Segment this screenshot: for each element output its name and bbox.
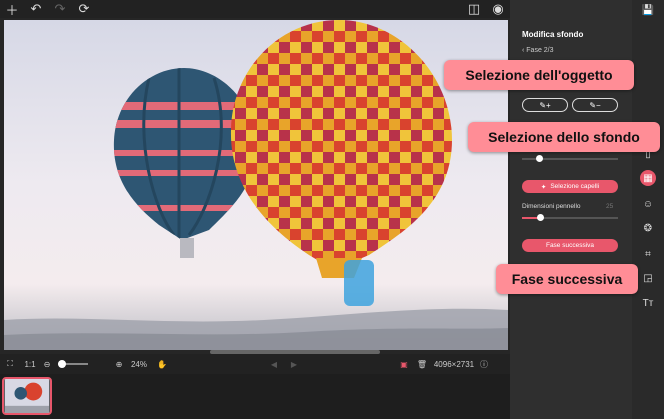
bottom-bar: ⛶ 1:1 ⊖ ⊕ 24% ✋ ◀ ▶ ▣ 🗑 4096×2731 ⓘ [0,354,510,374]
compare-icon[interactable]: ◫ [462,0,486,18]
info-icon[interactable]: ⓘ [476,354,492,374]
step-back-button[interactable]: ‹ Fase 2/3 [522,47,554,54]
brush-size-value: 25 [606,203,614,210]
ratio-button[interactable]: 1:1 [20,354,40,374]
brush-size-slider-knob[interactable] [537,214,544,221]
callout-next-step: Fase successiva [496,264,638,294]
top-toolbar: ＋ ↶ ↷ ⟳ ◫ ◉ [0,0,510,18]
zoom-out-icon[interactable]: ⊖ [40,354,54,374]
thumbnail-1[interactable] [2,377,52,415]
image-dimensions: 4096×2731 [433,359,475,369]
fit-screen-icon[interactable]: ⛶ [0,354,20,374]
plus-icon[interactable]: ＋ [0,0,24,18]
image-icon[interactable]: ▣ [396,354,412,374]
text-icon[interactable]: Tт [640,295,656,311]
prev-icon[interactable]: ◀ [264,354,284,374]
undo-icon[interactable]: ↶ [24,0,48,18]
frame-icon[interactable]: ◲ [640,270,656,286]
background-brush-button[interactable]: ✎− [572,98,618,112]
color-icon[interactable]: ❂ [640,220,656,236]
background-tool-icon[interactable]: ▦ [640,170,656,186]
callout-background-selection: Selezione dello sfondo [468,122,660,152]
step-label: Fase 2/3 [526,47,554,54]
canvas-area[interactable] [0,18,510,354]
zoom-slider[interactable] [58,360,88,368]
hair-selection-button[interactable]: ✦ Selezione capelli [522,180,618,193]
zoom-level: 24% [130,359,147,369]
photo-hot-air-balloons[interactable] [4,20,508,350]
eye-icon[interactable]: ◉ [486,0,510,18]
brush-minus-icon: ✎− [589,100,601,110]
brush-size-label: Dimensioni pennello [522,203,581,210]
zoom-in-icon[interactable]: ⊕ [112,354,126,374]
brush-plus-icon: ✎+ [539,100,551,110]
object-brush-button[interactable]: ✎+ [522,98,568,112]
save-icon[interactable]: 💾 [640,2,656,18]
opacity-slider-knob[interactable] [536,155,543,162]
tools-rail: 💾 ▯ ▦ ☺ ❂ ⌗ ◲ Tт [632,0,664,419]
hair-icon: ✦ [540,183,547,191]
refresh-icon[interactable]: ⟳ [72,0,96,18]
hand-icon[interactable]: ✋ [152,354,172,374]
hair-selection-label: Selezione capelli [550,183,600,190]
next-step-button[interactable]: Fase successiva [522,239,618,252]
next-icon[interactable]: ▶ [284,354,304,374]
callout-object-selection: Selezione dell'oggetto [444,60,634,90]
zoom-slider-knob[interactable] [58,360,66,368]
crop-icon[interactable]: ⌗ [640,246,656,262]
panel-title: Modifica sfondo [522,30,584,39]
redo-icon[interactable]: ↷ [48,0,72,18]
trash-icon[interactable]: 🗑 [412,354,432,374]
face-icon[interactable]: ☺ [640,196,656,212]
filmstrip [0,374,510,419]
